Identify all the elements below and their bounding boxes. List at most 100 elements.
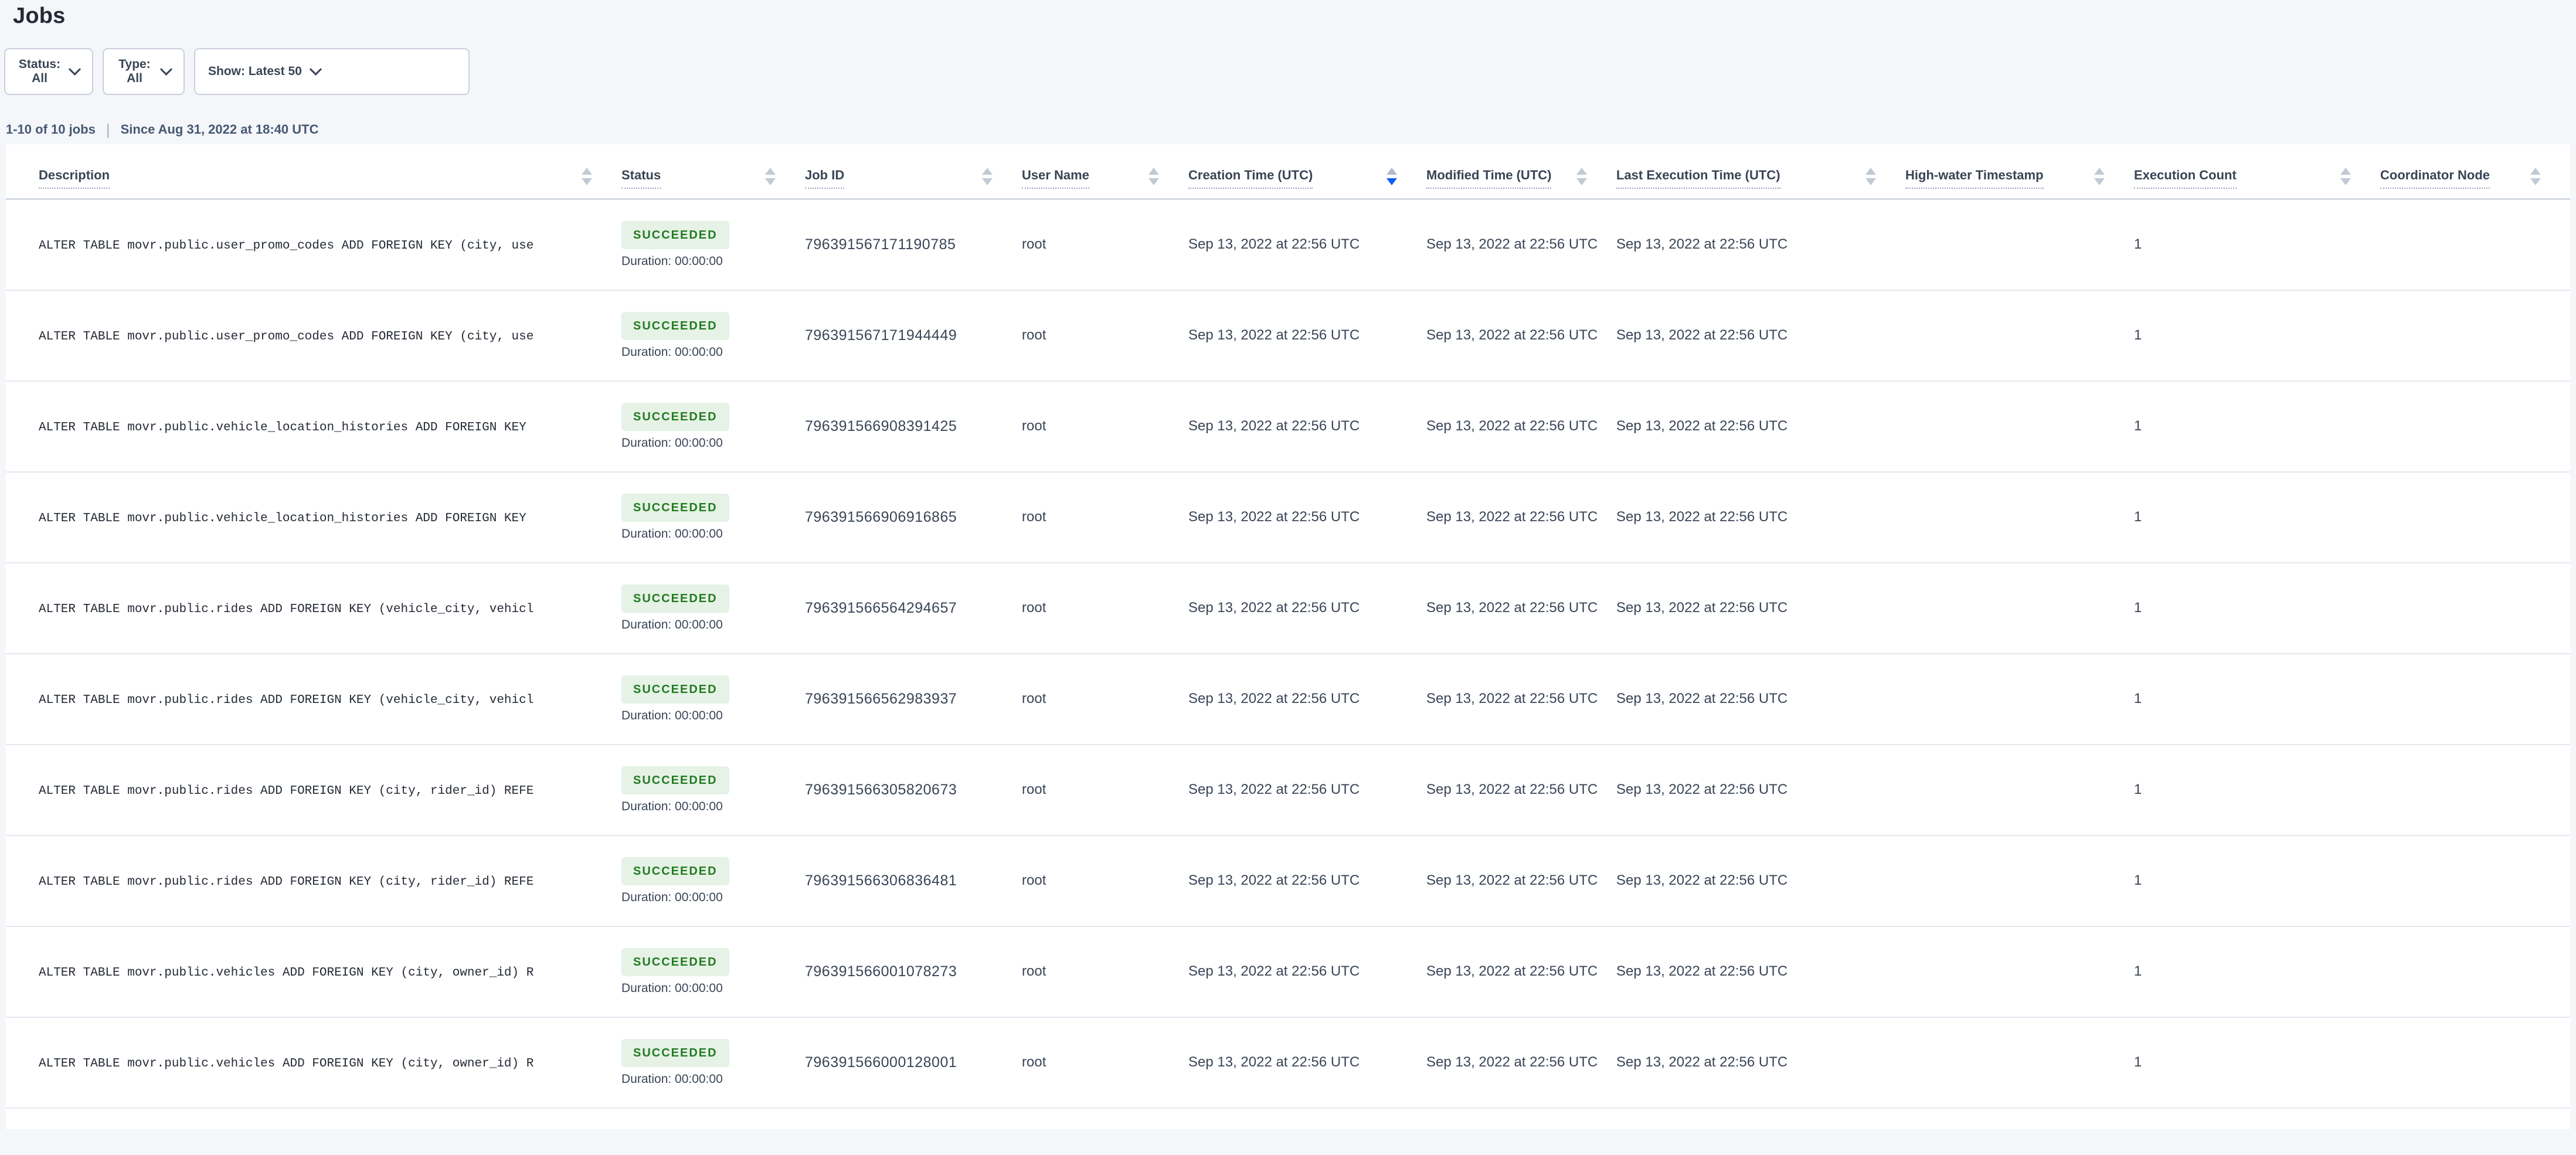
job-description-cell: ALTER TABLE movr.public.vehicle_location… bbox=[6, 472, 621, 563]
column-header[interactable]: Description bbox=[6, 144, 621, 199]
job-id-link[interactable]: 796391566908391425 bbox=[805, 418, 957, 434]
job-execution-count: 1 bbox=[2134, 199, 2380, 290]
sort-up-icon bbox=[2530, 168, 2541, 175]
job-modified-time: Sep 13, 2022 at 22:56 UTC bbox=[1426, 1017, 1616, 1108]
job-description-cell: ALTER TABLE movr.public.vehicle_location… bbox=[6, 381, 621, 472]
column-header[interactable]: Coordinator Node bbox=[2380, 144, 2570, 199]
column-header[interactable]: High-water Timestamp bbox=[1905, 144, 2134, 199]
column-header[interactable]: Execution Count bbox=[2134, 144, 2380, 199]
job-modified-time: Sep 13, 2022 at 22:56 UTC bbox=[1426, 472, 1616, 563]
job-creation-time: Sep 13, 2022 at 22:56 UTC bbox=[1188, 199, 1426, 290]
job-id-link[interactable]: 796391566564294657 bbox=[805, 600, 957, 616]
sort-arrows-icon bbox=[1148, 168, 1159, 189]
job-execution-count: 1 bbox=[2134, 654, 2380, 745]
job-modified-time: Sep 13, 2022 at 22:56 UTC bbox=[1426, 835, 1616, 926]
sort-arrows-icon bbox=[1576, 168, 1587, 189]
job-execution-count: 1 bbox=[2134, 926, 2380, 1017]
table-row: ALTER TABLE movr.public.vehicles ADD FOR… bbox=[6, 926, 2570, 1017]
status-badge: SUCCEEDED bbox=[621, 585, 729, 613]
job-status-cell: SUCCEEDED Duration: 00:00:00 bbox=[621, 835, 805, 926]
column-header-label: Job ID bbox=[805, 168, 844, 189]
job-duration: Duration: 00:00:00 bbox=[621, 345, 805, 359]
job-duration: Duration: 00:00:00 bbox=[621, 891, 805, 905]
job-high-water-timestamp bbox=[1905, 290, 2134, 381]
table-row: ALTER TABLE movr.public.user_promo_codes… bbox=[6, 290, 2570, 381]
job-last-execution-time: Sep 13, 2022 at 22:56 UTC bbox=[1616, 745, 1905, 835]
job-duration: Duration: 00:00:00 bbox=[621, 527, 805, 541]
job-execution-count: 1 bbox=[2134, 290, 2380, 381]
job-high-water-timestamp bbox=[1905, 745, 2134, 835]
filter-dropdown[interactable]: Status: All bbox=[4, 48, 93, 95]
status-badge: SUCCEEDED bbox=[621, 312, 729, 340]
job-creation-time: Sep 13, 2022 at 22:56 UTC bbox=[1188, 563, 1426, 654]
job-description: ALTER TABLE movr.public.vehicles ADD FOR… bbox=[39, 1057, 533, 1071]
sort-down-icon bbox=[1386, 178, 1397, 185]
column-header[interactable]: Last Execution Time (UTC) bbox=[1616, 144, 1905, 199]
job-id-cell: 796391567171944449 bbox=[805, 290, 1022, 381]
job-id-link[interactable]: 796391567171190785 bbox=[805, 236, 956, 253]
column-header[interactable]: Creation Time (UTC) bbox=[1188, 144, 1426, 199]
job-duration: Duration: 00:00:00 bbox=[621, 800, 805, 814]
job-modified-time: Sep 13, 2022 at 22:56 UTC bbox=[1426, 745, 1616, 835]
filter-dropdown[interactable]: Show: Latest 50 bbox=[194, 48, 470, 95]
column-header-label: User Name bbox=[1022, 168, 1089, 189]
column-header-label: Status bbox=[621, 168, 661, 189]
jobs-table-card: Description Status Job ID User Name bbox=[6, 144, 2570, 1129]
column-header-label: High-water Timestamp bbox=[1905, 168, 2044, 189]
filter-dropdown[interactable]: Type: All bbox=[103, 48, 185, 95]
column-header[interactable]: Status bbox=[621, 144, 805, 199]
summary-divider: | bbox=[106, 121, 110, 138]
column-header[interactable]: Modified Time (UTC) bbox=[1426, 144, 1616, 199]
job-description-cell: ALTER TABLE movr.public.vehicles ADD FOR… bbox=[6, 1017, 621, 1108]
page-title: Jobs bbox=[13, 2, 2576, 29]
job-high-water-timestamp bbox=[1905, 381, 2134, 472]
sort-arrows-icon bbox=[765, 168, 776, 189]
job-coordinator-node bbox=[2380, 745, 2570, 835]
sort-down-icon bbox=[582, 178, 592, 185]
sort-down-icon bbox=[982, 178, 993, 185]
job-execution-count: 1 bbox=[2134, 835, 2380, 926]
job-modified-time: Sep 13, 2022 at 22:56 UTC bbox=[1426, 654, 1616, 745]
job-description-cell: ALTER TABLE movr.public.user_promo_codes… bbox=[6, 290, 621, 381]
job-modified-time: Sep 13, 2022 at 22:56 UTC bbox=[1426, 926, 1616, 1017]
job-id-link[interactable]: 796391566305820673 bbox=[805, 782, 957, 798]
column-header[interactable]: User Name bbox=[1022, 144, 1188, 199]
job-description-cell: ALTER TABLE movr.public.rides ADD FOREIG… bbox=[6, 835, 621, 926]
job-status-cell: SUCCEEDED Duration: 00:00:00 bbox=[621, 926, 805, 1017]
job-creation-time: Sep 13, 2022 at 22:56 UTC bbox=[1188, 745, 1426, 835]
job-description-cell: ALTER TABLE movr.public.vehicles ADD FOR… bbox=[6, 926, 621, 1017]
job-status-cell: SUCCEEDED Duration: 00:00:00 bbox=[621, 381, 805, 472]
table-row: ALTER TABLE movr.public.rides ADD FOREIG… bbox=[6, 835, 2570, 926]
column-header-label: Coordinator Node bbox=[2380, 168, 2490, 189]
job-id-link[interactable]: 796391566001078273 bbox=[805, 963, 957, 980]
job-description: ALTER TABLE movr.public.vehicle_location… bbox=[39, 512, 526, 525]
job-user-name: root bbox=[1022, 381, 1188, 472]
job-modified-time: Sep 13, 2022 at 22:56 UTC bbox=[1426, 563, 1616, 654]
job-last-execution-time: Sep 13, 2022 at 22:56 UTC bbox=[1616, 472, 1905, 563]
job-id-cell: 796391566564294657 bbox=[805, 563, 1022, 654]
column-header[interactable]: Job ID bbox=[805, 144, 1022, 199]
job-id-link[interactable]: 796391566906916865 bbox=[805, 509, 957, 525]
column-header-label: Creation Time (UTC) bbox=[1188, 168, 1313, 189]
job-description-cell: ALTER TABLE movr.public.rides ADD FOREIG… bbox=[6, 654, 621, 745]
job-modified-time: Sep 13, 2022 at 22:56 UTC bbox=[1426, 199, 1616, 290]
job-coordinator-node bbox=[2380, 835, 2570, 926]
job-description: ALTER TABLE movr.public.user_promo_codes… bbox=[39, 239, 533, 253]
job-id-cell: 796391566305820673 bbox=[805, 745, 1022, 835]
job-status-cell: SUCCEEDED Duration: 00:00:00 bbox=[621, 654, 805, 745]
job-id-link[interactable]: 796391567171944449 bbox=[805, 327, 957, 344]
job-id-link[interactable]: 796391566000128001 bbox=[805, 1054, 957, 1071]
status-badge: SUCCEEDED bbox=[621, 766, 729, 794]
table-body: ALTER TABLE movr.public.user_promo_codes… bbox=[6, 199, 2570, 1108]
sort-arrows-icon bbox=[2340, 168, 2351, 189]
job-last-execution-time: Sep 13, 2022 at 22:56 UTC bbox=[1616, 199, 1905, 290]
job-id-link[interactable]: 796391566306836481 bbox=[805, 872, 957, 889]
job-last-execution-time: Sep 13, 2022 at 22:56 UTC bbox=[1616, 290, 1905, 381]
job-creation-time: Sep 13, 2022 at 22:56 UTC bbox=[1188, 654, 1426, 745]
job-id-cell: 796391566906916865 bbox=[805, 472, 1022, 563]
column-header-label: Last Execution Time (UTC) bbox=[1616, 168, 1780, 189]
table-header-row: Description Status Job ID User Name bbox=[6, 144, 2570, 199]
job-user-name: root bbox=[1022, 472, 1188, 563]
job-id-link[interactable]: 796391566562983937 bbox=[805, 691, 957, 707]
job-creation-time: Sep 13, 2022 at 22:56 UTC bbox=[1188, 381, 1426, 472]
